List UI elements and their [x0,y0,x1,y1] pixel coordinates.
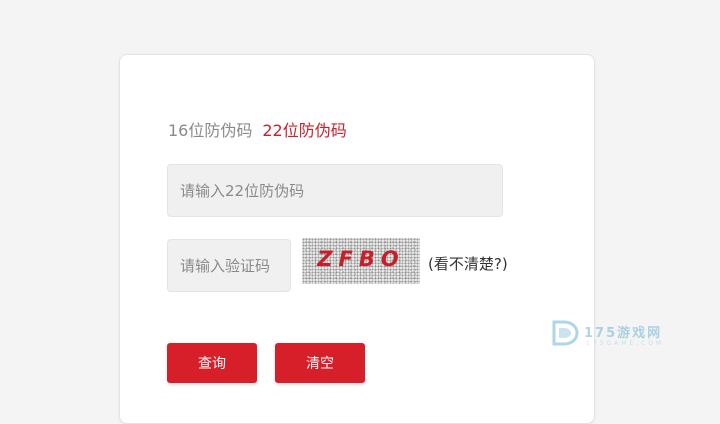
anti-counterfeit-code-input[interactable] [167,164,503,217]
tab-16-digit-code[interactable]: 16位防伪码 [168,117,252,141]
captcha-input[interactable] [167,239,291,292]
captcha-text: ZFBO [317,247,405,271]
watermark-subtext: 175GAME.COM [586,340,665,347]
watermark-text: 175游戏网 [584,326,663,341]
code-type-tabs: 16位防伪码 22位防伪码 [168,117,347,141]
captcha-refresh-link[interactable]: (看不清楚?) [428,253,508,274]
captcha-image[interactable]: ZFBO [302,238,420,284]
site-watermark: 175游戏网 175GAME.COM [550,318,680,350]
anti-counterfeit-form-card: 16位防伪码 22位防伪码 ZFBO (看不清楚?) 查询 清空 [119,54,595,424]
clear-button[interactable]: 清空 [275,343,365,383]
175-logo-icon [552,320,579,346]
tab-22-digit-code[interactable]: 22位防伪码 [262,117,346,141]
query-button[interactable]: 查询 [167,343,257,383]
